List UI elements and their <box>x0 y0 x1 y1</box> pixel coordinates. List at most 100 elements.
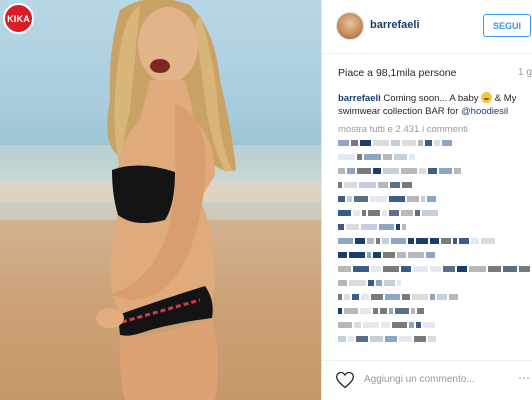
blurred-text-block <box>423 322 435 328</box>
blurred-text-block <box>338 154 355 160</box>
blurred-text-block <box>391 238 406 244</box>
blurred-text-block <box>338 140 349 146</box>
smile-emoji-icon <box>481 92 493 103</box>
blurred-text-block <box>427 196 436 202</box>
blurred-text-block <box>385 294 400 300</box>
blurred-text-block <box>352 294 359 300</box>
blurred-text-block <box>437 294 447 300</box>
blurred-comment-row <box>338 182 412 188</box>
blurred-text-block <box>338 252 347 258</box>
blurred-text-block <box>411 308 415 314</box>
blurred-comment-row <box>338 196 436 202</box>
blurred-text-block <box>439 168 452 174</box>
caption-mention[interactable]: @hoodiesil <box>461 106 508 117</box>
heart-icon[interactable] <box>335 370 355 390</box>
blurred-comment-row <box>338 308 424 314</box>
hand <box>96 308 124 328</box>
add-comment-input[interactable]: Aggiungi un commento... <box>364 374 475 385</box>
blurred-text-block <box>370 196 387 202</box>
likes-count[interactable]: Piace a 98,1mila persone <box>338 67 457 79</box>
blurred-text-block <box>385 336 397 342</box>
blurred-text-block <box>421 196 425 202</box>
blurred-text-block <box>344 308 358 314</box>
blurred-text-block <box>357 168 371 174</box>
caption-username[interactable]: barrefaeli <box>338 93 381 104</box>
blurred-text-block <box>443 266 455 272</box>
avatar[interactable] <box>336 12 364 40</box>
blurred-text-block <box>428 336 436 342</box>
post-footer: Aggiungi un commento... ⋯ <box>322 360 532 400</box>
post-time: 1 g <box>518 67 532 78</box>
blurred-text-block <box>338 196 345 202</box>
follow-button[interactable]: SEGUI <box>483 14 531 37</box>
blurred-text-block <box>416 322 421 328</box>
blurred-text-block <box>351 140 358 146</box>
blurred-text-block <box>382 210 387 216</box>
blurred-text-block <box>416 238 428 244</box>
blurred-text-block <box>383 252 395 258</box>
blurred-text-block <box>360 308 371 314</box>
face <box>138 7 198 83</box>
blurred-text-block <box>380 308 387 314</box>
comments-list-blurred <box>338 140 530 360</box>
kika-badge: KIKA <box>3 3 34 34</box>
blurred-text-block <box>441 238 451 244</box>
blurred-comment-row <box>338 252 435 258</box>
blurred-text-block <box>453 238 457 244</box>
blurred-text-block <box>425 140 432 146</box>
blurred-text-block <box>359 182 376 188</box>
blurred-text-block <box>363 322 379 328</box>
blurred-text-block <box>383 266 399 272</box>
blurred-comment-row <box>338 238 495 244</box>
blurred-text-block <box>402 140 416 146</box>
blurred-comment-row <box>338 140 452 146</box>
blurred-text-block <box>397 252 406 258</box>
blurred-text-block <box>349 280 366 286</box>
blurred-text-block <box>338 238 353 244</box>
blurred-text-block <box>347 196 352 202</box>
blurred-text-block <box>354 322 361 328</box>
blurred-text-block <box>389 308 393 314</box>
blurred-text-block <box>376 280 382 286</box>
blurred-text-block <box>373 140 389 146</box>
blurred-comment-row <box>338 154 415 160</box>
blurred-text-block <box>368 280 374 286</box>
blurred-text-block <box>349 252 365 258</box>
blurred-text-block <box>371 294 383 300</box>
blurred-text-block <box>353 266 369 272</box>
post-header: barrefaeli SEGUI <box>322 0 532 54</box>
blurred-text-block <box>457 266 467 272</box>
blurred-comment-row <box>338 336 436 342</box>
blurred-text-block <box>344 182 357 188</box>
show-all-comments-link[interactable]: mostra tutti e 2.431 i commenti <box>338 124 468 135</box>
blurred-text-block <box>402 182 412 188</box>
blurred-text-block <box>408 252 424 258</box>
blurred-text-block <box>361 294 369 300</box>
blurred-text-block <box>361 224 377 230</box>
blurred-text-block <box>459 238 469 244</box>
blurred-text-block <box>401 168 417 174</box>
more-options-icon[interactable]: ⋯ <box>518 371 532 391</box>
blurred-comment-row <box>338 210 438 216</box>
blurred-text-block <box>449 294 458 300</box>
blurred-text-block <box>373 168 381 174</box>
blurred-text-block <box>389 196 405 202</box>
blurred-text-block <box>428 168 437 174</box>
blurred-text-block <box>376 238 380 244</box>
blurred-text-block <box>430 266 441 272</box>
blurred-text-block <box>357 154 362 160</box>
blurred-text-block <box>415 210 420 216</box>
blurred-text-block <box>430 294 435 300</box>
post-photo[interactable]: KIKA <box>0 0 321 400</box>
mouth <box>150 59 170 73</box>
blurred-text-block <box>422 210 438 216</box>
blurred-text-block <box>370 336 383 342</box>
blurred-text-block <box>471 238 479 244</box>
blurred-text-block <box>401 266 411 272</box>
blurred-comment-row <box>338 224 406 230</box>
blurred-text-block <box>442 140 452 146</box>
blurred-text-block <box>396 224 400 230</box>
blurred-text-block <box>519 266 530 272</box>
username[interactable]: barrefaeli <box>370 19 420 31</box>
blurred-text-block <box>413 266 428 272</box>
